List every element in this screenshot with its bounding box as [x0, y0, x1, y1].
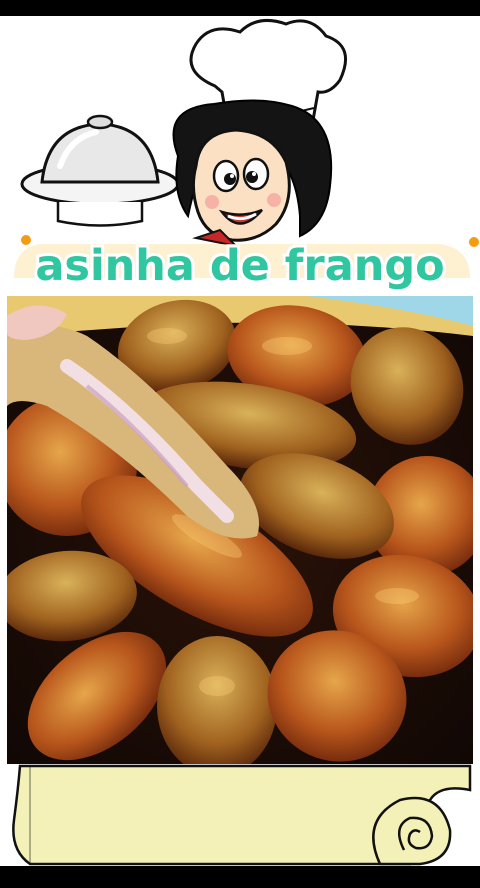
- right-border: [473, 296, 480, 764]
- left-border: [0, 296, 7, 764]
- parchment-scroll-icon: [12, 764, 472, 866]
- chef-illustration: [20, 18, 348, 246]
- top-black-bar: [0, 0, 480, 16]
- serving-cloche-icon: [20, 114, 180, 227]
- chicken-wings-photo: [7, 296, 473, 764]
- title-banner: asinha de frango: [14, 235, 479, 294]
- page-title: asinha de frango: [35, 241, 444, 291]
- chef-cartoon-icon: [172, 18, 348, 246]
- bottom-black-bar: [0, 866, 480, 888]
